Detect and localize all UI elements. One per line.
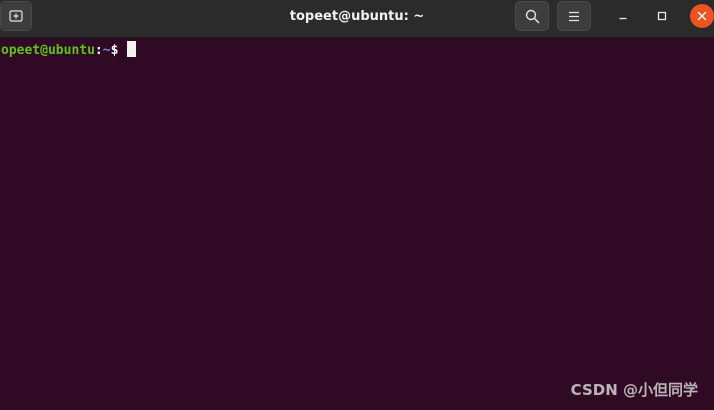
minimize-button[interactable] <box>611 4 635 28</box>
prompt-path: ~ <box>102 43 111 58</box>
window-title: topeet@ubuntu: ~ <box>289 9 425 24</box>
close-icon <box>697 11 707 21</box>
minimize-icon <box>618 11 628 21</box>
terminal-window: topeet@ubuntu: ~ opeet@ubuntu:~$ CSDN @小… <box>0 0 714 410</box>
prompt-symbol: $ <box>110 43 127 58</box>
new-tab-button[interactable] <box>0 1 32 31</box>
prompt-line: opeet@ubuntu:~$ <box>1 41 137 59</box>
search-icon <box>525 9 540 24</box>
watermark: CSDN @小但同学 <box>570 381 698 399</box>
close-button[interactable] <box>690 4 714 28</box>
header-bar: topeet@ubuntu: ~ <box>0 0 714 38</box>
prompt-user-host: opeet@ubuntu <box>1 43 95 58</box>
maximize-icon <box>657 11 667 21</box>
hamburger-menu-icon <box>568 11 580 22</box>
prompt-colon: : <box>94 43 103 58</box>
menu-button[interactable] <box>557 1 591 31</box>
search-button[interactable] <box>515 1 549 31</box>
terminal-output-area[interactable]: opeet@ubuntu:~$ CSDN @小但同学 <box>0 38 714 410</box>
text-cursor <box>127 41 137 57</box>
maximize-button[interactable] <box>650 4 674 28</box>
new-tab-icon <box>9 9 23 23</box>
